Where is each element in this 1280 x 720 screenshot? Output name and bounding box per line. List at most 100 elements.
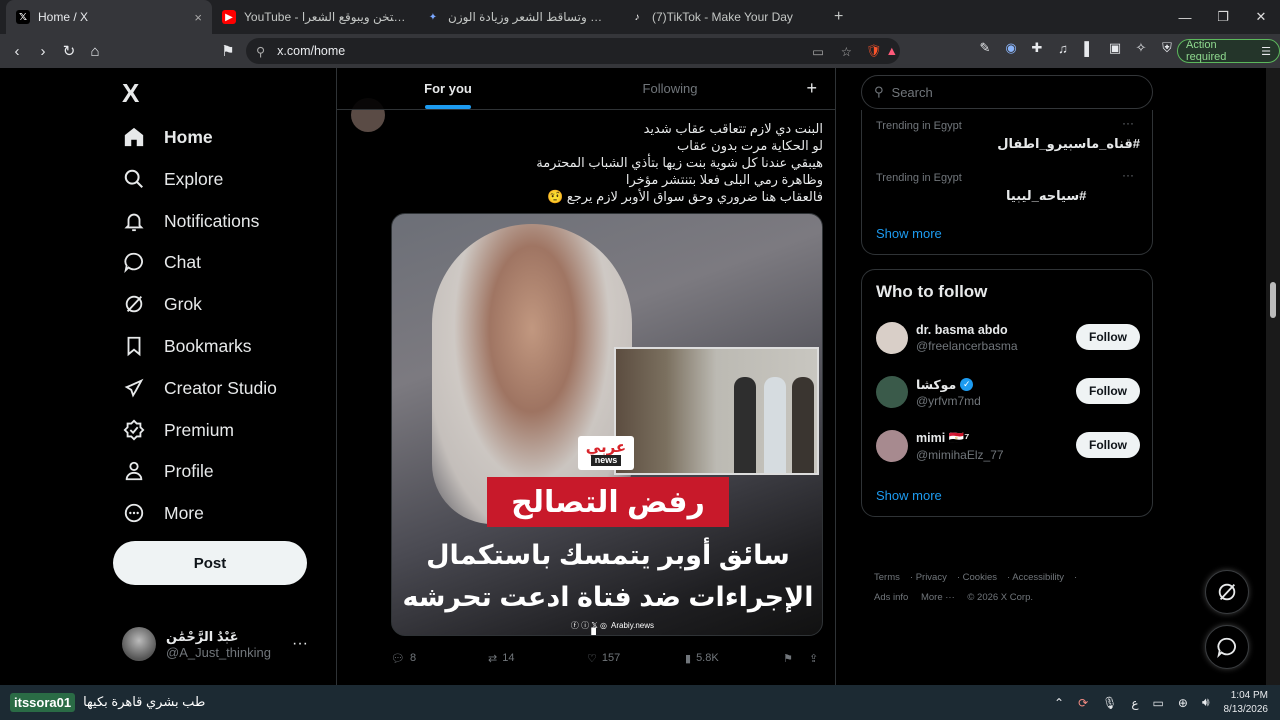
system-tray: ⌃ ⟳ 🎙︎ ع ▭ ⊕ 🔊︎ 1:04 PM 8/13/2026 (1054, 685, 1280, 720)
source-label: Arabiy.news (611, 621, 654, 630)
input-language[interactable]: ع (1131, 696, 1138, 710)
trend-item[interactable]: Trending in Egypt #قناه_ماسبيرو_اطفال ··… (876, 116, 1140, 152)
account-menu-icon[interactable]: ··· (292, 635, 308, 653)
footer-link-accessibility[interactable]: Accessibility (1012, 572, 1064, 583)
chat-icon (122, 251, 146, 273)
suggestion-handle: @yrfvm7md (916, 393, 981, 408)
mic-icon[interactable]: 🎙︎ (1102, 696, 1117, 710)
bookmark-icon (122, 335, 146, 357)
tweet-media-image[interactable]: عربي news رفض التصالح سائق أوبر يتمسك با… (391, 213, 823, 636)
account-switcher[interactable]: عَبْدُ الرَّحْمَٰن @A_Just_thinking ··· (122, 624, 322, 664)
maximize-icon[interactable]: ❐ (1204, 0, 1242, 34)
close-window-icon[interactable]: ✕ (1242, 0, 1280, 34)
close-tab-icon[interactable]: × (194, 10, 202, 25)
sidebar-item-explore[interactable]: Explore (122, 159, 223, 199)
tab-tiktok[interactable]: ♪ (7)TikTok - Make Your Day (620, 0, 824, 34)
tab-for-you[interactable]: For you (337, 68, 559, 109)
zoom-icon[interactable]: ☆ (841, 44, 852, 59)
sidebar-item-label: Home (164, 126, 213, 147)
display-icon[interactable]: ▭ (1153, 696, 1164, 710)
follow-button[interactable]: Follow (1076, 378, 1140, 404)
like-button[interactable]: ♡ 157 (587, 652, 620, 665)
brave-shield-icon[interactable]: 🛡 (866, 44, 882, 59)
sidebar-item-creator-studio[interactable]: Creator Studio (122, 368, 277, 408)
more-icon[interactable]: ··· (1122, 116, 1134, 130)
sync-icon[interactable]: ⟳ (1078, 696, 1088, 710)
cast-icon[interactable]: ▭ (812, 44, 824, 59)
footer-link-more[interactable]: More ··· (921, 592, 955, 603)
media-red-band: رفض التصالح (487, 477, 729, 527)
follow-show-more-link[interactable]: Show more (876, 488, 942, 503)
bookmark-page-icon[interactable]: ⚑ (215, 38, 241, 64)
tab-youtube[interactable]: ▶ YouTube - الحجاب بيتخن ويبوقع الشعرا (212, 0, 416, 34)
footer-link-ads-info[interactable]: Ads info (874, 592, 908, 603)
reload-icon[interactable]: ↻ (56, 38, 82, 64)
action-required-button[interactable]: Action required ☰ (1177, 39, 1280, 63)
footer-link-cookies[interactable]: Cookies (963, 572, 997, 583)
sidebar-item-premium[interactable]: Premium (122, 410, 234, 450)
tab-following[interactable]: Following (559, 68, 781, 109)
add-feed-icon[interactable]: + (806, 78, 817, 99)
vpn-icon[interactable]: ⛨ (1157, 38, 1177, 58)
follow-suggestion[interactable]: موكشا ✓ @yrfvm7md Follow (876, 372, 1140, 412)
home-browser-icon[interactable]: ⌂ (82, 38, 108, 64)
new-tab-button[interactable]: + (824, 0, 854, 34)
network-icon[interactable]: ⊕ (1178, 696, 1188, 710)
post-button[interactable]: Post (113, 541, 307, 585)
follow-suggestion[interactable]: mimi 🇪🇬⁷ @mimihaElz_77 Follow (876, 426, 1140, 466)
follow-button[interactable]: Follow (1076, 432, 1140, 458)
site-info-icon[interactable]: ⚲ (256, 44, 265, 59)
sidebar-toggle-icon[interactable]: ▌ (1079, 38, 1099, 58)
forward-icon[interactable]: › (30, 38, 56, 64)
bookmark-tweet-button[interactable]: ⚑ (783, 652, 793, 665)
sidebar-item-more[interactable]: More (122, 493, 204, 533)
page-scrollbar[interactable] (1266, 68, 1280, 685)
sidebar-item-profile[interactable]: Profile (122, 451, 214, 491)
footer-link-privacy[interactable]: Privacy (916, 572, 947, 583)
leo-ai-icon[interactable]: ✧ (1131, 38, 1151, 58)
search-box[interactable]: ⚲ Search (861, 75, 1153, 109)
left-sidebar: X Home Explore Notifications Chat Grok B… (110, 68, 336, 685)
sidebar-item-label: Notifications (164, 210, 260, 231)
messages-fab-button[interactable] (1205, 625, 1249, 669)
sidebar-item-label: Bookmarks (164, 335, 252, 356)
tray-chevron-icon[interactable]: ⌃ (1054, 696, 1064, 710)
grok-fab-button[interactable] (1205, 570, 1249, 614)
trend-item[interactable]: Trending in Egypt #سياحه_ليبيا ··· (876, 168, 1140, 204)
sidebar-item-bookmarks[interactable]: Bookmarks (122, 326, 252, 366)
back-icon[interactable]: ‹ (4, 38, 30, 64)
scrollbar-thumb[interactable] (1270, 282, 1276, 318)
menu-icon: ☰ (1261, 45, 1271, 58)
circle-extension-icon[interactable]: ◉ (1001, 38, 1021, 58)
window-controls: — ❐ ✕ (1166, 0, 1280, 34)
wallet-icon[interactable]: ▣ (1105, 38, 1125, 58)
sidebar-item-chat[interactable]: Chat (122, 242, 201, 282)
tab-ai[interactable]: ✦ الحجاب وتساقط الشعر وزيادة الوزن - Ai (416, 0, 620, 34)
address-bar[interactable]: ⚲ x.com/home ▭ ☆ 🛡 ▲ (246, 38, 900, 64)
follow-suggestion[interactable]: dr. basma abdo @freelancerbasma Follow (876, 318, 1140, 358)
pencil-extension-icon[interactable]: ✎ (975, 38, 995, 58)
music-icon[interactable]: ♫ (1053, 38, 1073, 58)
minimize-icon[interactable]: — (1166, 0, 1204, 34)
follow-button[interactable]: Follow (1076, 324, 1140, 350)
more-icon[interactable]: ··· (1122, 168, 1134, 182)
rewards-icon[interactable]: ▲ (886, 44, 898, 58)
trend-meta: Trending in Egypt (876, 172, 962, 184)
volume-icon[interactable]: 🔊︎ (1202, 695, 1210, 710)
sidebar-item-home[interactable]: Home (122, 117, 213, 157)
sidebar-item-grok[interactable]: Grok (122, 284, 202, 324)
sidebar-item-notifications[interactable]: Notifications (122, 201, 259, 241)
trends-show-more-link[interactable]: Show more (876, 226, 942, 241)
share-button[interactable]: ⇪ (809, 652, 818, 665)
x-logo-icon[interactable]: X (122, 78, 139, 109)
account-handle: @A_Just_thinking (166, 644, 271, 660)
clock[interactable]: 1:04 PM 8/13/2026 (1224, 689, 1269, 717)
puzzle-extension-icon[interactable]: ✚ (1027, 38, 1047, 58)
tab-x-home[interactable]: 𝕏 Home / X × (6, 0, 212, 34)
repost-button[interactable]: ⇄ 14 (488, 652, 514, 665)
channel-name: itssora01 (10, 692, 76, 712)
who-to-follow-title: Who to follow (876, 282, 988, 301)
footer-link-terms[interactable]: Terms (874, 572, 900, 583)
views-button[interactable]: ▮ 5.8K (685, 652, 719, 665)
reply-button[interactable]: 💬︎ 8 (391, 652, 416, 665)
